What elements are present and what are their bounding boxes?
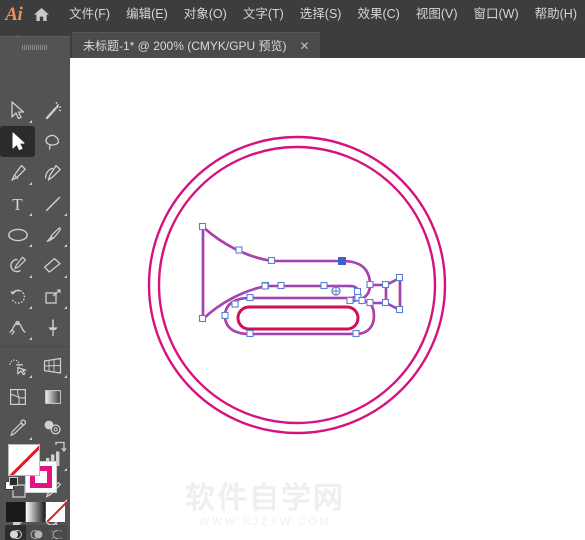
menu-edit[interactable]: 编辑(E) (118, 3, 176, 26)
color-mode-gradient[interactable] (26, 502, 45, 522)
illustrator-window: Ai 文件(F) 编辑(E) 对象(O) 文字(T) 选择(S) 效果(C) 视… (0, 0, 585, 540)
shaper-tool[interactable] (0, 250, 35, 281)
ellipse-tool[interactable] (0, 219, 35, 250)
color-mode-solid[interactable] (6, 502, 25, 522)
flyout-indicator-icon[interactable] (64, 244, 67, 247)
flyout-indicator-icon[interactable] (29, 244, 32, 247)
app-logo-icon: Ai (5, 3, 23, 25)
canvas-area[interactable]: 软件自学网 WWW.RJZXW.COM (70, 58, 585, 540)
perspective-grid-tool[interactable] (35, 350, 70, 381)
selection-tool[interactable] (0, 95, 35, 126)
rotate-tool[interactable] (0, 281, 35, 312)
document-tab[interactable]: 未标题-1* @ 200% (CMYK/GPU 预览) ✕ (72, 32, 320, 58)
menu-help[interactable]: 帮助(H) (527, 3, 585, 26)
eyedropper-tool[interactable] (0, 412, 35, 443)
menu-effect[interactable]: 效果(C) (349, 3, 407, 26)
shape-builder-tool[interactable] (0, 350, 35, 381)
curvature-tool[interactable] (35, 157, 70, 188)
tools-panel: T (0, 36, 70, 540)
selected-anchor-point[interactable] (338, 257, 346, 265)
flyout-indicator-icon[interactable] (29, 375, 32, 378)
pen-tool[interactable] (0, 157, 35, 188)
type-tool[interactable]: T (0, 188, 35, 219)
magic-wand-tool[interactable] (35, 95, 70, 126)
flyout-indicator-icon[interactable] (29, 437, 32, 440)
menu-items: 文件(F) 编辑(E) 对象(O) 文字(T) 选择(S) 效果(C) 视图(V… (61, 3, 585, 26)
draw-mode-row (5, 525, 67, 540)
menu-bar: Ai 文件(F) 编辑(E) 对象(O) 文字(T) 选择(S) 效果(C) 视… (0, 0, 585, 29)
scale-tool[interactable] (35, 281, 70, 312)
default-fill-stroke-icon[interactable] (5, 477, 19, 491)
swap-fill-stroke-icon[interactable] (53, 441, 67, 455)
color-mode-row (6, 502, 66, 522)
inner-oval-path[interactable] (236, 305, 360, 331)
eraser-tool[interactable] (35, 250, 70, 281)
draw-behind[interactable] (26, 525, 47, 540)
selection-path-overlay (202, 226, 401, 335)
flyout-indicator-icon[interactable] (29, 275, 32, 278)
blend-tool[interactable] (35, 412, 70, 443)
draw-normal[interactable] (5, 525, 26, 540)
menu-file[interactable]: 文件(F) (61, 3, 118, 26)
direct-selection-tool[interactable] (0, 126, 35, 157)
flyout-indicator-icon[interactable] (64, 275, 67, 278)
tools-panel-drag-handle[interactable] (0, 41, 70, 53)
menu-type[interactable]: 文字(T) (235, 3, 292, 26)
fill-none-slash-icon (9, 445, 39, 475)
menu-object[interactable]: 对象(O) (176, 3, 235, 26)
tool-separator (0, 346, 70, 347)
document-tab-strip: « 未标题-1* @ 200% (CMYK/GPU 预览) ✕ (0, 29, 585, 58)
close-icon[interactable]: ✕ (299, 40, 311, 52)
svg-text:T: T (12, 195, 23, 213)
gradient-tool[interactable] (35, 381, 70, 412)
fill-stroke-controls (0, 441, 70, 501)
draw-inside[interactable] (46, 525, 67, 540)
width-tool[interactable] (0, 312, 35, 343)
flyout-indicator-icon[interactable] (29, 120, 32, 123)
flyout-indicator-icon[interactable] (64, 213, 67, 216)
flyout-indicator-icon[interactable] (64, 375, 67, 378)
free-transform-tool[interactable] (35, 312, 70, 343)
menu-window[interactable]: 窗口(W) (466, 3, 527, 26)
lasso-tool[interactable] (35, 126, 70, 157)
line-segment-tool[interactable] (35, 188, 70, 219)
trumpet-badge-artwork[interactable] (70, 58, 585, 540)
flyout-indicator-icon[interactable] (64, 306, 67, 309)
document-tab-title: 未标题-1* @ 200% (CMYK/GPU 预览) (83, 39, 287, 53)
menu-select[interactable]: 选择(S) (292, 3, 350, 26)
paintbrush-tool[interactable] (35, 219, 70, 250)
transform-origin-icon[interactable] (331, 286, 341, 296)
flyout-indicator-icon[interactable] (29, 213, 32, 216)
flyout-indicator-icon[interactable] (29, 337, 32, 340)
fill-swatch[interactable] (8, 444, 40, 476)
mesh-tool[interactable] (0, 381, 35, 412)
color-mode-none[interactable] (46, 502, 65, 522)
flyout-indicator-icon[interactable] (29, 306, 32, 309)
anchor-points[interactable] (198, 222, 404, 338)
home-icon[interactable] (28, 0, 56, 29)
menu-view[interactable]: 视图(V) (408, 3, 466, 26)
flyout-indicator-icon[interactable] (29, 182, 32, 185)
